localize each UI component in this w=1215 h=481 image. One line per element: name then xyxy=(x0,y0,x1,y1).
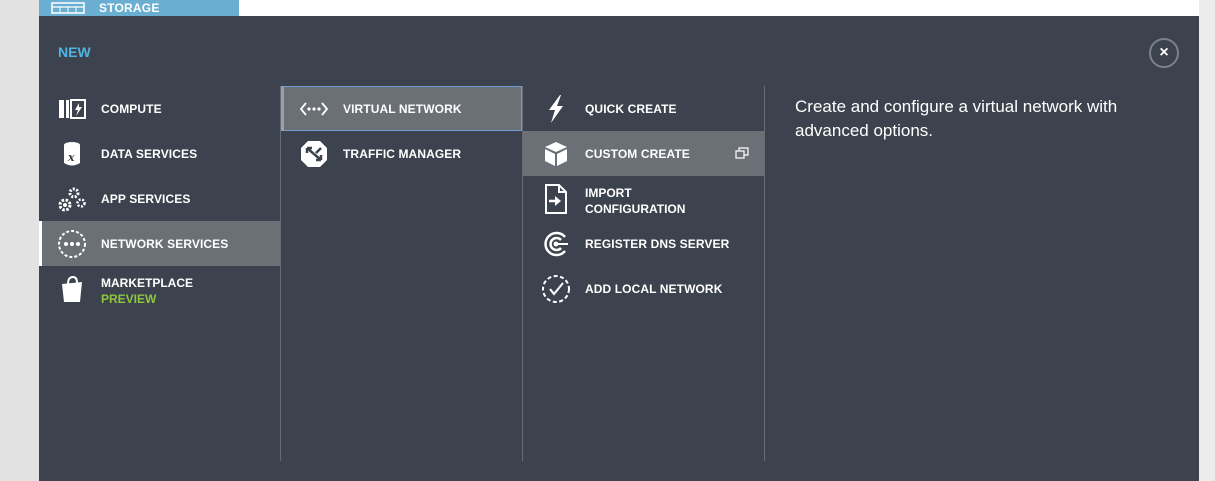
description-pane: Create and configure a virtual network w… xyxy=(764,86,1185,461)
action-quick-create[interactable]: QUICK CREATE xyxy=(523,86,764,131)
action-import-configuration[interactable]: IMPORT CONFIGURATION xyxy=(523,176,764,221)
shopping-bag-icon xyxy=(62,275,82,302)
action-custom-create[interactable]: CUSTOM CREATE xyxy=(523,131,764,176)
service-label: TRAFFIC MANAGER xyxy=(343,147,462,161)
close-button[interactable]: × xyxy=(1149,38,1179,68)
check-circle-icon xyxy=(542,275,570,303)
category-label: NETWORK SERVICES xyxy=(101,237,229,251)
import-label-line2: CONFIGURATION xyxy=(585,202,686,216)
lightning-icon xyxy=(549,95,563,123)
traffic-manager-icon xyxy=(301,141,327,167)
category-label: APP SERVICES xyxy=(101,192,191,206)
svg-text:x: x xyxy=(67,151,75,164)
category-data-services[interactable]: x DATA SERVICES xyxy=(39,131,280,176)
service-traffic-manager[interactable]: TRAFFIC MANAGER xyxy=(281,131,522,176)
storage-tab[interactable]: STORAGE xyxy=(39,0,239,16)
action-label: REGISTER DNS SERVER xyxy=(585,237,730,251)
service-virtual-network[interactable]: VIRTUAL NETWORK xyxy=(281,86,522,131)
database-icon: x xyxy=(64,142,80,166)
compute-icon xyxy=(59,99,86,119)
category-label: DATA SERVICES xyxy=(101,147,198,161)
top-background xyxy=(239,0,1199,16)
category-label: MARKETPLACE PREVIEW xyxy=(101,275,193,307)
action-label: IMPORT CONFIGURATION xyxy=(585,185,685,217)
import-label-line1: IMPORT xyxy=(585,186,632,200)
service-list: VIRTUAL NETWORK TRAFFIC MANAGER xyxy=(280,86,522,461)
category-compute[interactable]: COMPUTE xyxy=(39,86,280,131)
storage-tab-label: STORAGE xyxy=(99,1,160,15)
action-label: CUSTOM CREATE xyxy=(585,147,690,161)
storage-icon xyxy=(51,2,85,14)
marketplace-label: MARKETPLACE xyxy=(101,276,193,290)
box-icon xyxy=(545,142,567,166)
service-label: VIRTUAL NETWORK xyxy=(343,102,462,116)
category-network-services[interactable]: NETWORK SERVICES xyxy=(39,221,280,266)
description-text: Create and configure a virtual network w… xyxy=(795,97,1118,140)
action-label: QUICK CREATE xyxy=(585,102,677,116)
category-app-services[interactable]: APP SERVICES xyxy=(39,176,280,221)
page: STORAGE NEW × COMPUTE x DATA SERVICES AP… xyxy=(0,0,1215,481)
import-file-icon xyxy=(545,184,567,214)
action-list: QUICK CREATE CUSTOM CREATE IMPORT CONFIG… xyxy=(522,86,764,461)
panel-title: NEW xyxy=(58,44,91,60)
action-add-local-network[interactable]: ADD LOCAL NETWORK xyxy=(523,266,764,311)
dns-icon xyxy=(544,231,568,257)
category-label: COMPUTE xyxy=(101,102,162,116)
preview-badge: PREVIEW xyxy=(101,292,157,306)
category-marketplace[interactable]: MARKETPLACE PREVIEW xyxy=(39,266,280,311)
category-list: COMPUTE x DATA SERVICES APP SERVICES NET… xyxy=(39,86,280,461)
left-gutter xyxy=(0,0,39,481)
open-wizard-icon xyxy=(735,147,749,159)
virtual-network-icon xyxy=(299,102,329,116)
network-icon xyxy=(58,230,86,258)
right-scroll-gutter xyxy=(1199,0,1215,481)
gears-icon xyxy=(58,187,86,212)
new-panel: NEW × COMPUTE x DATA SERVICES APP SERVIC… xyxy=(39,16,1199,481)
action-label: ADD LOCAL NETWORK xyxy=(585,282,723,296)
action-register-dns-server[interactable]: REGISTER DNS SERVER xyxy=(523,221,764,266)
